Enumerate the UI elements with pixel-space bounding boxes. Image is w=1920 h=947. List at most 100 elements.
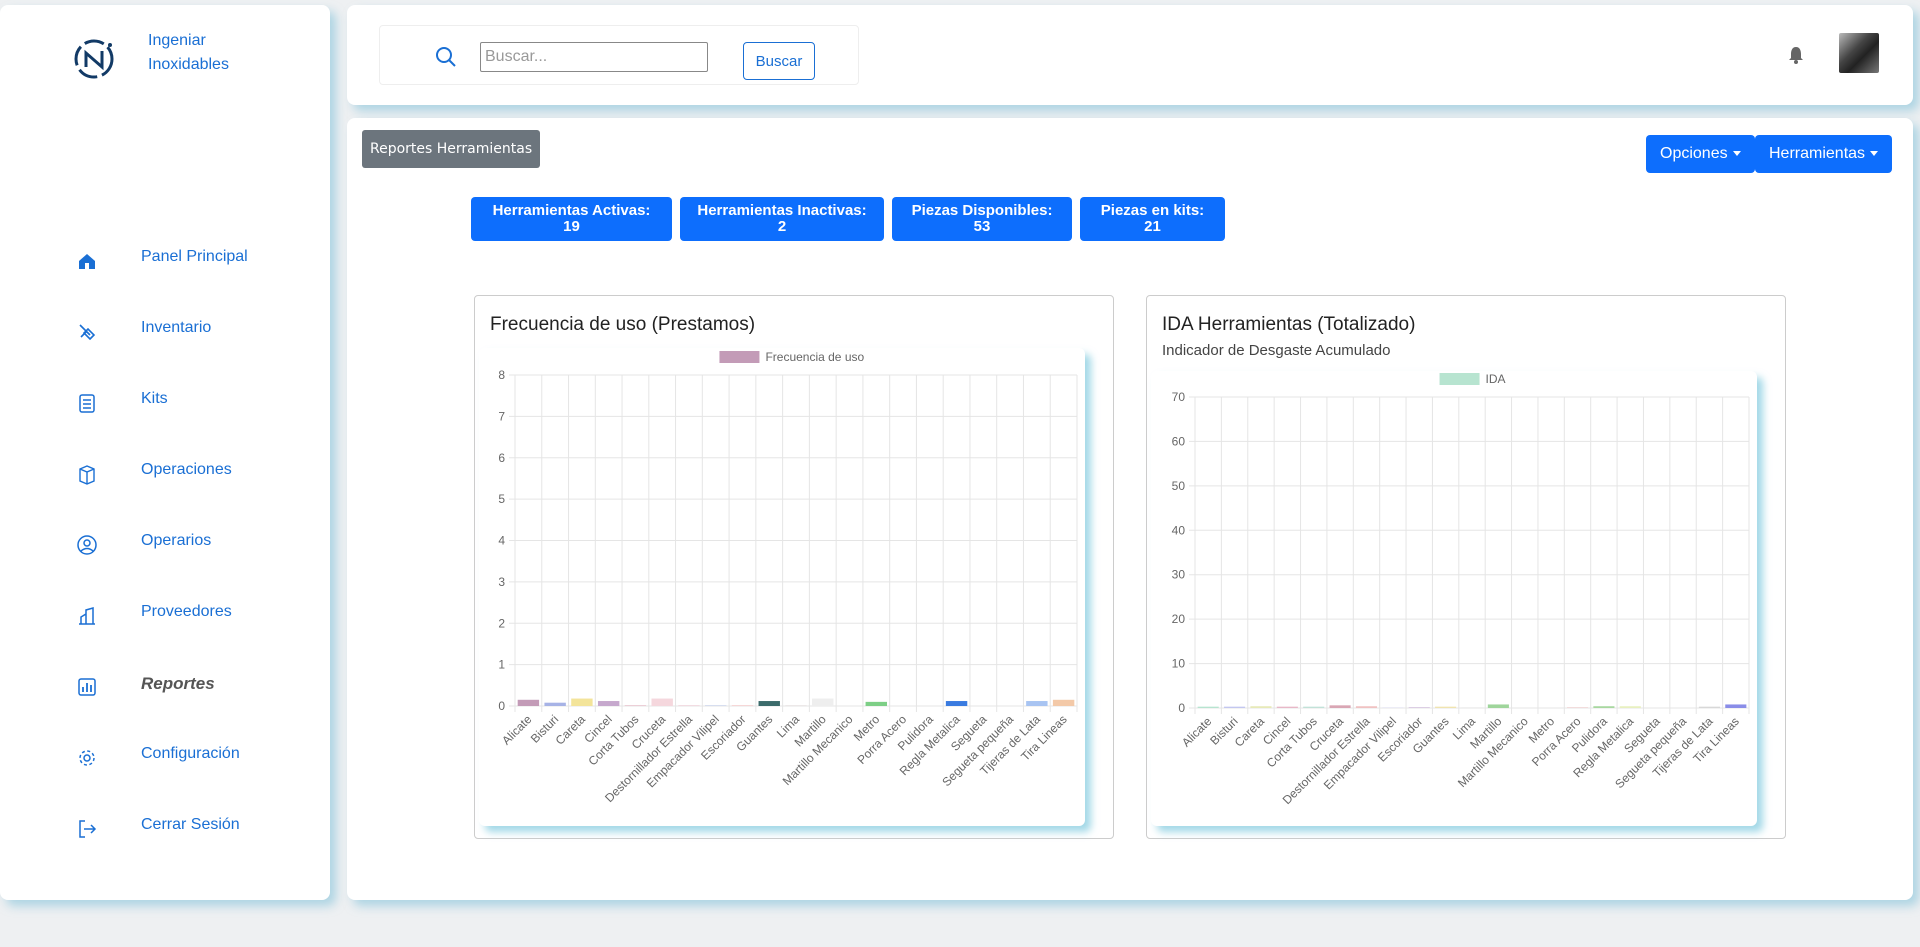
sidebar-item-reportes[interactable]: Reportes xyxy=(0,668,330,708)
y-tick-label: 20 xyxy=(1172,612,1186,626)
sidebar-item-proveedores[interactable]: Proveedores xyxy=(0,597,330,637)
gear-icon xyxy=(79,750,95,766)
bar xyxy=(517,699,540,706)
y-tick-label: 5 xyxy=(498,492,505,506)
sidebar-item-label: Configuración xyxy=(141,745,240,762)
box-icon xyxy=(79,465,95,485)
stat-value: 2 xyxy=(777,218,787,235)
x-tick-label: Careta xyxy=(1232,714,1268,750)
y-tick-label: 6 xyxy=(498,451,505,465)
y-tick-label: 1 xyxy=(498,658,505,672)
bar xyxy=(1435,706,1457,708)
bar xyxy=(1593,706,1615,708)
sidebar: Ingeniar Inoxidables Panel Principal Inv… xyxy=(0,5,330,900)
avatar[interactable] xyxy=(1839,33,1879,73)
bar xyxy=(597,701,620,706)
chart-frecuencia-svg: Frecuencia de uso012345678AlicateBisturi… xyxy=(498,350,1078,805)
bar xyxy=(544,702,566,706)
search-icon xyxy=(436,47,456,67)
y-tick-label: 50 xyxy=(1172,479,1186,493)
bar xyxy=(865,701,887,706)
bar xyxy=(1197,706,1219,708)
bar-chart-icon xyxy=(78,678,96,696)
legend-label: IDA xyxy=(1486,372,1506,386)
sidebar-item-label: Proveedores xyxy=(141,603,232,620)
sidebar-item-inventario[interactable]: Inventario xyxy=(0,313,330,353)
bar xyxy=(678,705,700,706)
x-tick-label: Alicate xyxy=(1179,714,1215,750)
bell-icon[interactable] xyxy=(1787,45,1805,65)
sidebar-item-label: Reportes xyxy=(141,674,215,693)
chart-ida: IDA 0 10 20 30 40 50 60 70 Alicate Bisturi Careta Ci… xyxy=(1151,371,1757,826)
bar xyxy=(1276,706,1298,708)
home-icon xyxy=(79,254,95,269)
bar xyxy=(624,705,647,706)
sidebar-item-panel-principal[interactable]: Panel Principal xyxy=(0,242,330,282)
opciones-label: Opciones xyxy=(1660,145,1728,162)
chart-title: Frecuencia de uso (Prestamos) xyxy=(490,314,756,335)
sidebar-item-operaciones[interactable]: Operaciones xyxy=(0,455,330,495)
bar xyxy=(1329,705,1351,708)
y-tick-label: 10 xyxy=(1172,657,1186,671)
stat-value: 21 xyxy=(1144,218,1161,235)
stat-herramientas-activas: Herramientas Activas: 19 xyxy=(471,197,672,241)
stat-label: Herramientas Inactivas: xyxy=(697,202,867,219)
y-tick-label: 0 xyxy=(1178,701,1185,715)
sidebar-item-label: Panel Principal xyxy=(141,248,248,265)
bar xyxy=(731,705,754,706)
y-tick-label: 3 xyxy=(498,575,505,589)
sidebar-item-label: Kits xyxy=(141,390,168,407)
opciones-dropdown-button[interactable]: Opciones xyxy=(1646,135,1755,173)
sidebar-item-label: Inventario xyxy=(141,319,212,336)
search-button[interactable]: Buscar xyxy=(743,42,815,80)
search-form: Buscar xyxy=(379,25,859,85)
checklist-icon xyxy=(79,394,95,413)
stat-piezas-disponibles: Piezas Disponibles: 53 xyxy=(892,197,1072,241)
stat-label: Piezas en kits: xyxy=(1100,202,1205,219)
stat-piezas-en-kits: Piezas en kits: 21 xyxy=(1080,197,1225,241)
y-tick-label: 8 xyxy=(498,368,505,382)
legend-swatch xyxy=(1439,373,1480,385)
y-tick-label: 7 xyxy=(498,409,505,423)
bar xyxy=(1698,706,1720,708)
search-input[interactable] xyxy=(480,42,708,72)
herramientas-dropdown-button[interactable]: Herramientas xyxy=(1755,135,1893,173)
bar xyxy=(1566,707,1589,708)
bar xyxy=(651,698,673,706)
logout-icon xyxy=(79,820,97,838)
chart-frecuencia: Frecuencia de uso 0 1 2 3 4 5 6 7 8 Alicate Bisturi… xyxy=(479,348,1085,826)
bar xyxy=(1725,704,1747,708)
main-panel: Reportes Herramientas Opciones Herramien… xyxy=(347,118,1913,900)
chart-card-ida: IDA Herramientas (Totalizado) Indicador … xyxy=(1146,295,1786,839)
bar xyxy=(1224,706,1246,708)
chart-card-frecuencia: Frecuencia de uso (Prestamos) Frecuencia… xyxy=(474,295,1114,839)
y-tick-label: 70 xyxy=(1172,390,1186,404)
bar xyxy=(1408,707,1430,708)
bar xyxy=(1355,706,1378,708)
bar xyxy=(571,698,593,706)
chart-ida-svg: IDA010203040506070AlicateBisturiCaretaCi… xyxy=(1172,372,1750,807)
bar xyxy=(1619,706,1641,708)
brand-name: Ingeniar Inoxidables xyxy=(148,29,288,77)
y-tick-label: 60 xyxy=(1172,434,1186,448)
sidebar-item-operarios[interactable]: Operarios xyxy=(0,526,330,566)
sidebar-item-cerrar-sesion[interactable]: Cerrar Sesión xyxy=(0,810,330,850)
tools-icon xyxy=(79,324,96,341)
sidebar-item-configuracion[interactable]: Configuración xyxy=(0,739,330,779)
sidebar-item-kits[interactable]: Kits xyxy=(0,384,330,424)
bar xyxy=(785,705,807,706)
y-tick-label: 30 xyxy=(1172,568,1186,582)
stat-label: Piezas Disponibles: xyxy=(911,202,1053,219)
sidebar-item-label: Cerrar Sesión xyxy=(141,816,240,833)
bar xyxy=(1026,701,1048,706)
report-title-badge: Reportes Herramientas xyxy=(362,130,541,168)
legend-swatch xyxy=(719,351,760,363)
caret-down-icon xyxy=(1870,151,1879,157)
bar xyxy=(1487,704,1509,708)
brand-line-1: Ingeniar xyxy=(148,32,206,49)
bar xyxy=(705,705,727,706)
top-bar: Buscar xyxy=(347,5,1913,105)
bar xyxy=(1250,706,1272,708)
brand-line-2: Inoxidables xyxy=(148,56,229,73)
sidebar-item-label: Operarios xyxy=(141,532,212,549)
